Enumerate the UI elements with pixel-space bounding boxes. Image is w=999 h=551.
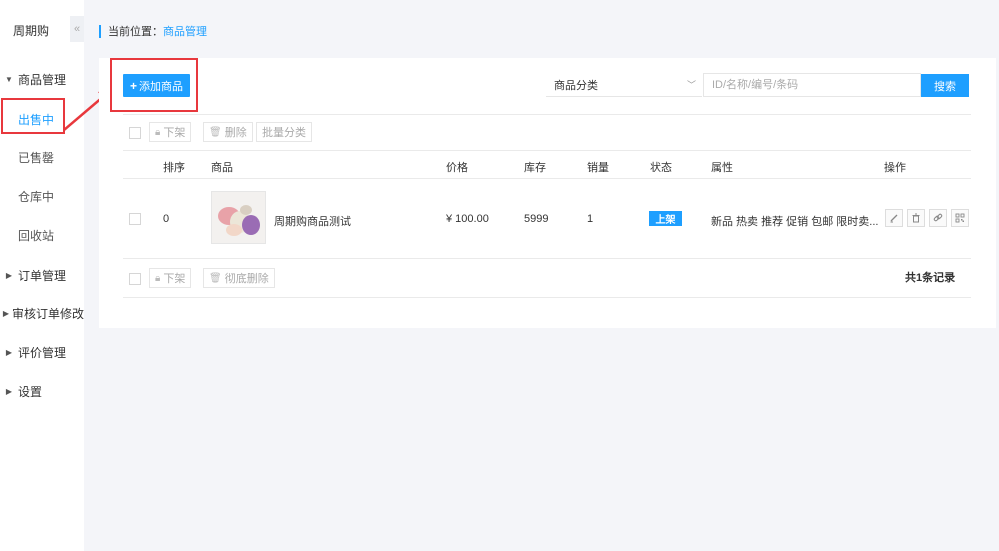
divider xyxy=(123,150,971,151)
product-panel: + 添加商品 商品分类 ﹀ 搜索 🔒︎ 下架 🗑︎ 删除 批量分类 排序 商品 … xyxy=(99,58,996,328)
record-count: 共1条记录 xyxy=(905,272,956,284)
caret-right-icon: ▶ xyxy=(2,308,10,318)
nav-group-settings[interactable]: ▶ 设置 xyxy=(0,381,84,401)
link-button[interactable] xyxy=(929,209,947,227)
product-thumbnail[interactable] xyxy=(211,191,266,244)
nav-item-recycle-bin[interactable]: 回收站 xyxy=(0,226,84,246)
batch-category-button[interactable]: 批量分类 xyxy=(256,122,312,142)
header-sales: 销量 xyxy=(587,162,609,174)
header-stock: 库存 xyxy=(524,162,546,174)
delete-forever-button[interactable]: 🗑︎ 彻底删除 xyxy=(203,268,275,288)
select-all-checkbox[interactable] xyxy=(129,127,141,139)
nav-group-label: 审核订单修改 xyxy=(11,306,84,321)
qrcode-icon xyxy=(955,213,965,223)
breadcrumb-marker xyxy=(99,24,101,38)
header-sort: 排序 xyxy=(163,162,185,174)
lock-icon: 🔒︎ xyxy=(155,272,161,284)
nav-group-reviews[interactable]: ▶ 评价管理 xyxy=(0,342,84,362)
delete-forever-label: 彻底删除 xyxy=(224,273,269,285)
chevron-down-icon: ﹀ xyxy=(686,80,696,90)
brand-name: 周期购 xyxy=(13,24,50,38)
nav-item-sold-out[interactable]: 已售罄 xyxy=(0,148,84,168)
nav-group-label: 订单管理 xyxy=(18,268,67,283)
select-all-checkbox-bottom[interactable] xyxy=(129,273,141,285)
divider xyxy=(123,297,971,298)
annotation-highlight-box xyxy=(1,98,65,134)
product-name[interactable]: 周期购商品测试 xyxy=(274,213,351,229)
qrcode-button[interactable] xyxy=(951,209,969,227)
breadcrumb-current[interactable]: 商品管理 xyxy=(163,23,207,39)
nav-group-order-review[interactable]: ▶ 审核订单修改 xyxy=(0,303,84,323)
category-select[interactable]: 商品分类 ﹀ xyxy=(546,73,702,97)
caret-down-icon: ▼ xyxy=(5,74,13,84)
link-icon xyxy=(933,213,943,222)
header-attributes: 属性 xyxy=(711,162,733,174)
sidebar: 周期购 « ▼ 商品管理 出售中 已售罄 仓库中 回收站 ▶ 订单管理 ▶ 审核… xyxy=(0,0,84,551)
caret-right-icon: ▶ xyxy=(5,347,13,357)
search-button[interactable]: 搜索 xyxy=(921,74,969,97)
status-badge[interactable]: 上架 xyxy=(649,211,682,226)
offline-button-bottom[interactable]: 🔒︎ 下架 xyxy=(149,268,192,288)
collapse-sidebar-button[interactable]: « xyxy=(70,16,84,42)
delete-button[interactable]: 🗑︎ 删除 xyxy=(203,122,253,142)
category-select-value: 商品分类 xyxy=(554,79,598,92)
nav-group-orders[interactable]: ▶ 订单管理 xyxy=(0,265,84,285)
nav-item-warehouse[interactable]: 仓库中 xyxy=(0,187,84,207)
brand: 周期购 « xyxy=(0,0,84,58)
edit-icon xyxy=(890,214,898,223)
breadcrumb-prefix: 当前位置： xyxy=(108,26,163,38)
offline-label: 下架 xyxy=(163,127,186,139)
header-actions: 操作 xyxy=(884,162,906,174)
trash-icon: 🗑︎ xyxy=(209,272,222,284)
product-image xyxy=(212,192,265,243)
add-product-button[interactable]: + 添加商品 xyxy=(123,74,190,97)
nav-group-label: 设置 xyxy=(18,384,43,399)
trash-icon: 🗑︎ xyxy=(209,126,222,138)
edit-button[interactable] xyxy=(885,209,903,227)
row-sort: 0 xyxy=(163,213,170,225)
trash-icon xyxy=(912,213,920,223)
offline-button[interactable]: 🔒︎ 下架 xyxy=(149,122,192,142)
search-input[interactable] xyxy=(703,73,921,97)
header-price: 价格 xyxy=(446,162,468,174)
product-stock: 5999 xyxy=(524,213,549,225)
delete-label: 删除 xyxy=(224,127,247,139)
caret-right-icon: ▶ xyxy=(5,386,13,396)
header-product: 商品 xyxy=(211,162,233,174)
divider xyxy=(123,114,971,115)
add-product-label: 添加商品 xyxy=(139,80,183,93)
offline-label: 下架 xyxy=(163,273,186,285)
divider xyxy=(123,258,971,259)
plus-icon: + xyxy=(129,78,137,93)
breadcrumb: 当前位置： 商品管理 xyxy=(99,24,207,38)
product-sales: 1 xyxy=(587,213,594,225)
row-checkbox[interactable] xyxy=(129,213,141,225)
divider xyxy=(123,178,971,179)
nav-group-label: 评价管理 xyxy=(18,345,67,360)
header-status: 状态 xyxy=(650,162,672,174)
nav-group-label: 商品管理 xyxy=(18,72,67,87)
lock-icon: 🔒︎ xyxy=(155,126,161,138)
product-price: ¥ 100.00 xyxy=(446,213,489,225)
delete-row-button[interactable] xyxy=(907,209,925,227)
caret-right-icon: ▶ xyxy=(5,270,13,280)
product-attributes: 新品 热卖 推荐 促销 包邮 限时卖... xyxy=(711,216,879,228)
